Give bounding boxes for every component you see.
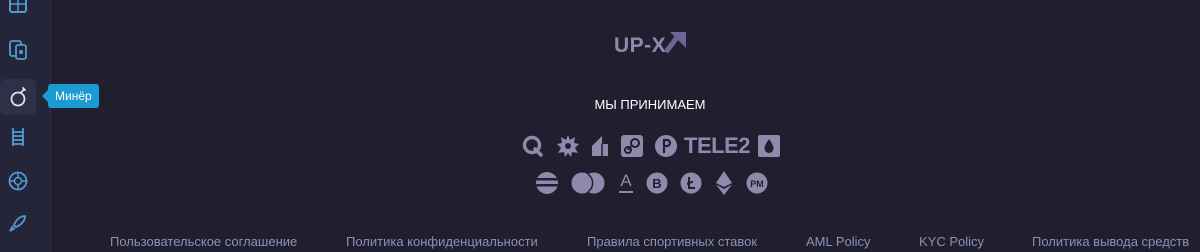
sidebar-item-dice[interactable] (0, 0, 36, 22)
payment-methods-row-2: A B PM (535, 171, 769, 195)
advcash-icon: A (615, 171, 637, 193)
advcash-text: A (620, 171, 632, 190)
dice-grid-icon (9, 0, 27, 13)
qiwi-icon (520, 134, 546, 158)
steam-icon (619, 134, 645, 158)
footer-links: Пользовательское соглашение Политика кон… (0, 232, 1200, 252)
site-logo[interactable]: UP-X (614, 26, 694, 60)
tele2-logo: TELE2 (684, 133, 750, 159)
sidebar (0, 0, 51, 252)
sidebar-item-ladder[interactable] (0, 119, 36, 155)
payments-title: МЫ ПРИНИМАЕМ (594, 97, 706, 112)
footer-link-kyc[interactable]: KYC Policy (919, 234, 984, 249)
perfect-money-icon: PM (745, 172, 769, 194)
mastercard-icon (569, 171, 607, 195)
yoomoney-icon (589, 134, 611, 158)
footer-link-aml[interactable]: AML Policy (806, 234, 871, 249)
bitcoin-icon: B (645, 172, 669, 194)
litecoin-icon (679, 172, 703, 194)
tele2-text: TELE2 (684, 133, 750, 158)
rocket-icon (9, 215, 26, 232)
perfect-money-text: PM (750, 178, 764, 189)
drop-icon (756, 134, 782, 158)
payment-methods-row-1: TELE2 (520, 133, 782, 159)
logo-arrow-icon (664, 32, 686, 54)
svg-text:B: B (652, 176, 661, 191)
footer-link-withdrawal[interactable]: Политика вывода средств (1032, 234, 1189, 249)
cards-icon (9, 40, 27, 60)
sidebar-item-wheel[interactable] (0, 163, 36, 199)
footer-link-terms[interactable]: Пользовательское соглашение (110, 234, 297, 249)
striped-ball-icon (535, 171, 559, 195)
wheel-icon (8, 171, 28, 191)
ladder-icon (12, 128, 24, 146)
footer-link-privacy[interactable]: Политика конфиденциальности (346, 234, 538, 249)
gear-badge-icon (555, 134, 581, 158)
sidebar-item-cards[interactable] (0, 32, 36, 68)
footer-link-sports-rules[interactable]: Правила спортивных ставок (587, 234, 757, 249)
payeer-icon (653, 134, 679, 158)
ethereum-icon (713, 171, 735, 195)
